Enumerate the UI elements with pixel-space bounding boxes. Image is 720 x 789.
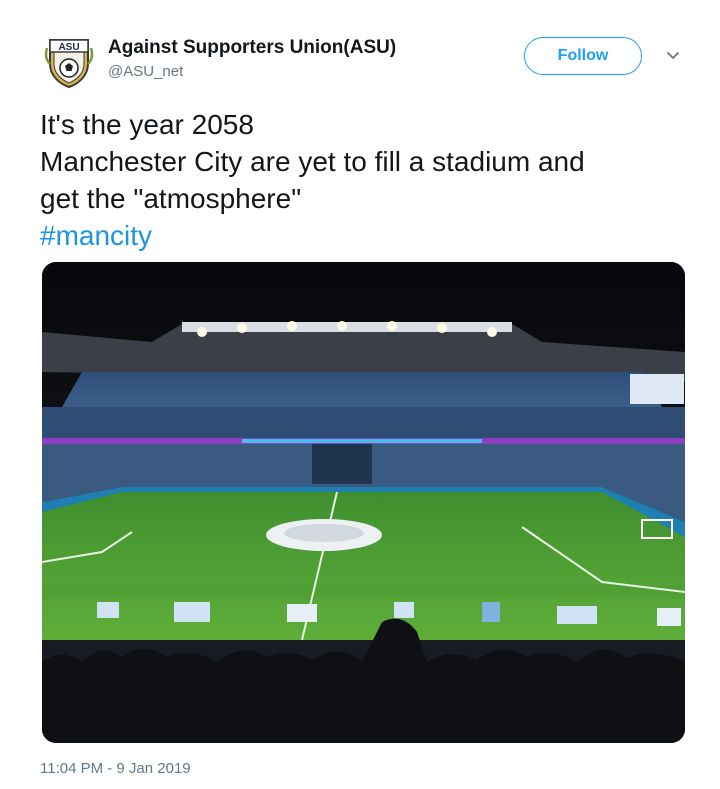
tweet-line: It's the year 2058 — [40, 109, 254, 140]
timestamp[interactable]: 11:04 PM - 9 Jan 2019 — [40, 760, 191, 777]
chevron-down-icon[interactable] — [664, 46, 682, 64]
tweet-header: ASU Against Supporters Union(ASU) @ASU_n… — [44, 34, 690, 90]
stadium-image — [42, 262, 685, 743]
hashtag-link[interactable]: #mancity — [40, 217, 690, 254]
follow-button[interactable]: Follow — [524, 37, 642, 75]
tweet-line: Manchester City are yet to fill a stadiu… — [40, 146, 585, 177]
handle[interactable]: @ASU_net — [108, 62, 396, 82]
display-name[interactable]: Against Supporters Union(ASU) — [108, 36, 396, 60]
avatar[interactable]: ASU — [44, 34, 94, 89]
tweet-text: It's the year 2058 Manchester City are y… — [40, 106, 690, 254]
author-names: Against Supporters Union(ASU) @ASU_net — [108, 36, 396, 82]
avatar-text: ASU — [58, 42, 79, 53]
stadium-photo[interactable] — [42, 262, 685, 743]
tweet-line: get the "atmosphere" — [40, 183, 302, 214]
asu-crest-icon: ASU — [44, 39, 94, 89]
